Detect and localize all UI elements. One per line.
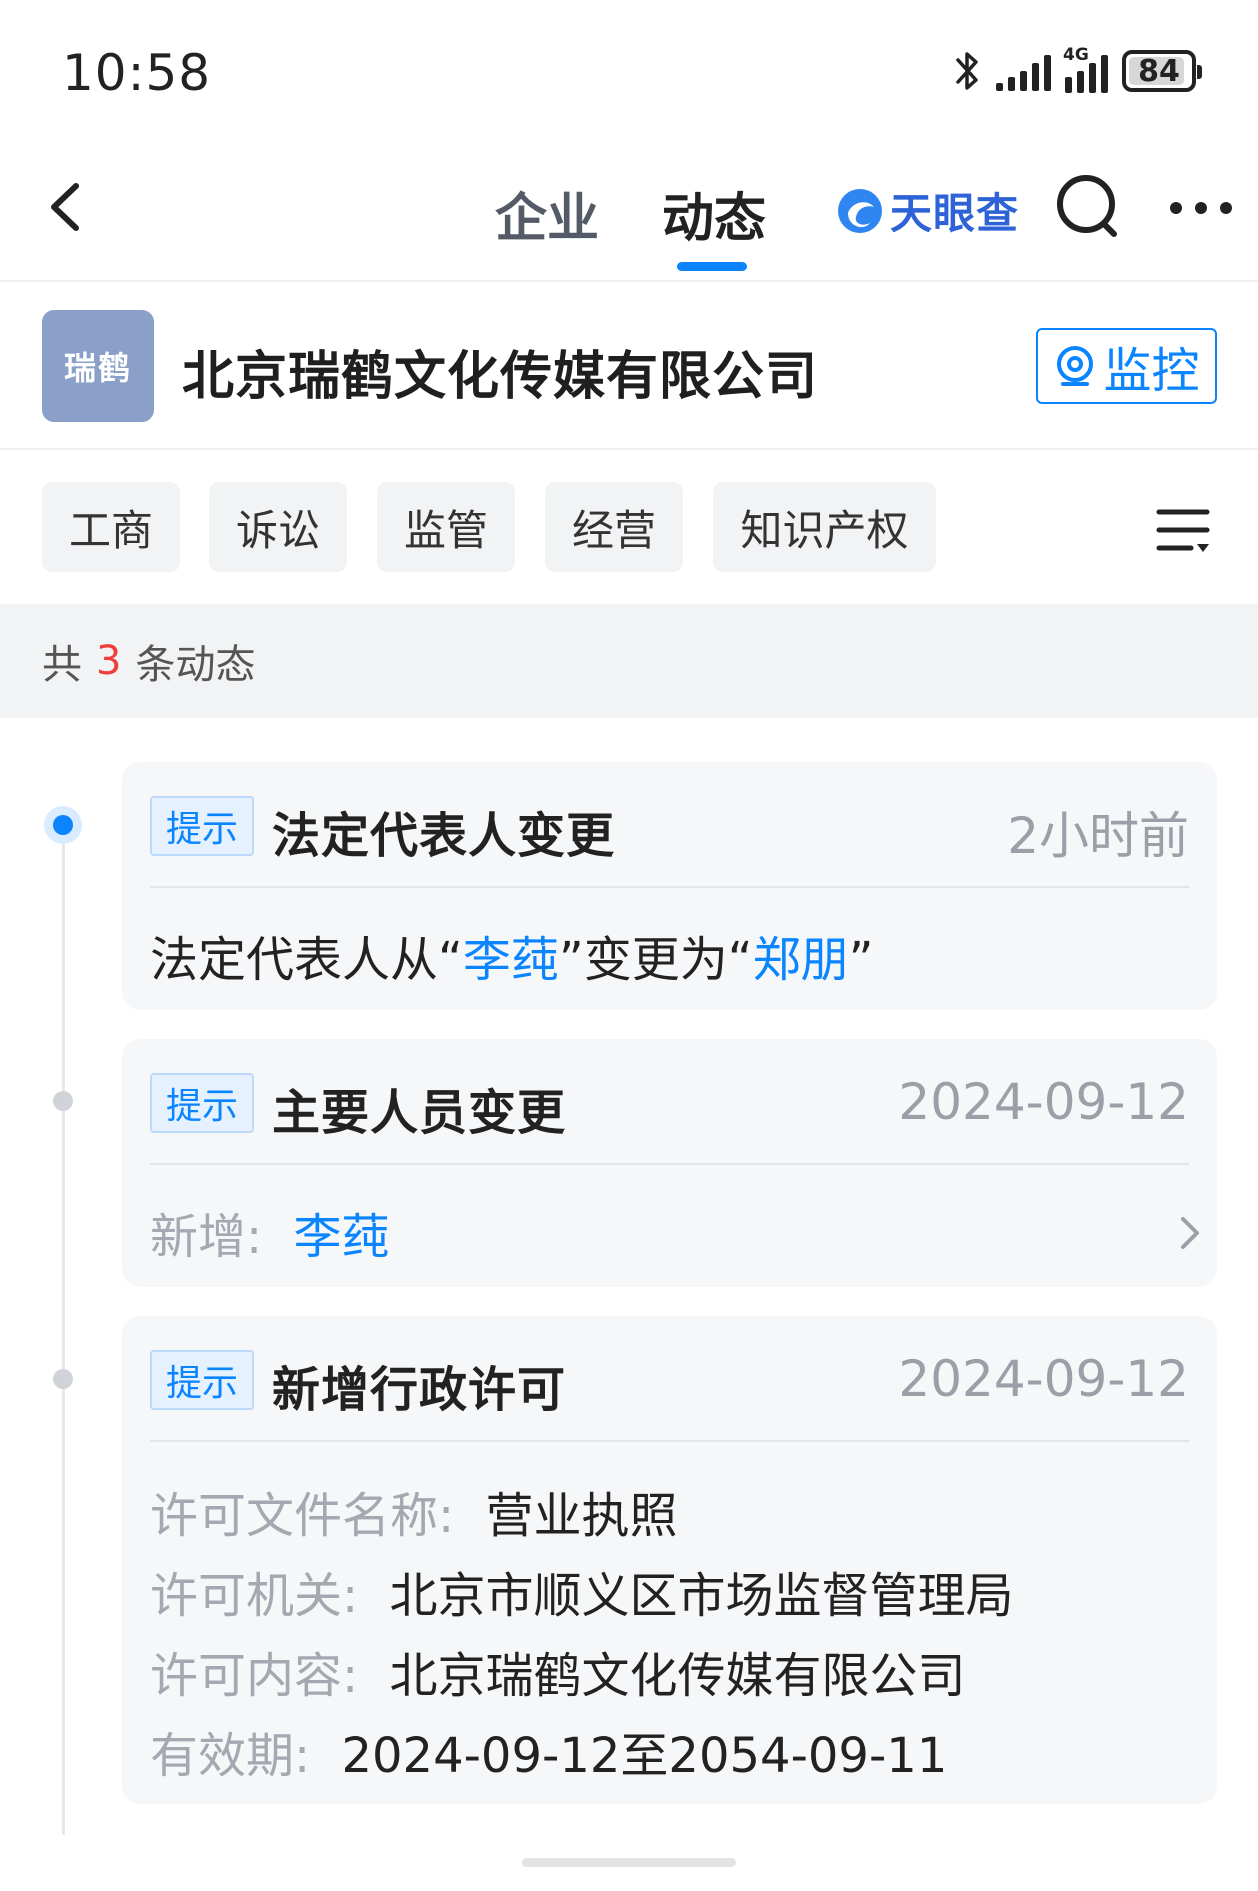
battery-icon: 84: [1122, 50, 1202, 92]
network-label: 4G: [1063, 45, 1089, 65]
tab-dynamic[interactable]: 动态: [662, 176, 766, 251]
company-header: 瑞鹤 北京瑞鹤文化传媒有限公司 监控: [0, 282, 1258, 450]
count-prefix: 共: [42, 642, 82, 688]
filter-bar: 工商 诉讼 监管 经营 知识产权: [0, 450, 1258, 604]
filter-menu-icon[interactable]: [1155, 500, 1211, 560]
field-label: 许可内容:: [150, 1648, 359, 1704]
event-card-header: 提示 主要人员变更 2024-09-12: [150, 1069, 1189, 1141]
filter-chip-regulation[interactable]: 监管: [377, 482, 515, 572]
event-card-admin-license[interactable]: 提示 新增行政许可 2024-09-12 许可文件名称: 营业执照 许可机关: …: [122, 1316, 1217, 1804]
tianyancha-logo-icon: [838, 188, 882, 233]
search-icon[interactable]: [1052, 170, 1124, 246]
timeline-line: [62, 820, 65, 1835]
filter-chip-operation[interactable]: 经营: [545, 482, 683, 572]
new-person-link[interactable]: 李莼: [293, 1209, 389, 1265]
field-label: 许可机关:: [150, 1568, 359, 1624]
card-divider: [150, 1163, 1189, 1165]
license-field-row: 许可文件名称: 营业执照: [150, 1476, 677, 1546]
body-text: ”: [848, 932, 874, 988]
field-value: 北京市顺义区市场监督管理局: [389, 1568, 1014, 1624]
field-value: 北京瑞鹤文化传媒有限公司: [389, 1648, 966, 1704]
event-title: 主要人员变更: [272, 1085, 567, 1141]
timeline-dot-active: [44, 806, 82, 844]
event-time: 2024-09-12: [898, 1073, 1189, 1131]
field-label: 有效期:: [150, 1728, 311, 1784]
company-logo: 瑞鹤: [42, 310, 154, 422]
license-field-row: 许可机关: 北京市顺义区市场监督管理局: [150, 1556, 1013, 1626]
event-title: 新增行政许可: [272, 1362, 567, 1418]
event-card-personnel-change[interactable]: 提示 主要人员变更 2024-09-12 新增: 李莼: [122, 1039, 1217, 1287]
status-icons: 4G 84: [952, 45, 1202, 94]
field-value: 2024-09-12至2054-09-11: [341, 1728, 948, 1784]
event-card-legal-rep-change[interactable]: 提示 法定代表人变更 2小时前 法定代表人从“李莼”变更为“郑朋”: [122, 762, 1217, 1010]
filter-chip-litigation[interactable]: 诉讼: [209, 482, 347, 572]
event-body: 法定代表人从“李莼”变更为“郑朋”: [150, 920, 874, 990]
timeline-dot: [53, 1369, 73, 1389]
filter-chip-ip[interactable]: 知识产权: [713, 482, 936, 572]
field-value: 营业执照: [485, 1488, 678, 1544]
brand-name: 天眼查: [890, 189, 1020, 238]
body-text: 法定代表人从“: [150, 932, 463, 988]
nav-bar: 企业 动态 天眼查: [0, 140, 1258, 282]
old-rep-link[interactable]: 李莼: [463, 932, 559, 988]
app-screen: 10:58 4G 84 企业 动态 天眼查 瑞鹤 北京瑞鹤文化传媒有限公司 监控…: [0, 0, 1258, 1891]
company-name[interactable]: 北京瑞鹤文化传媒有限公司: [182, 334, 818, 409]
status-bar: 10:58 4G 84: [0, 0, 1258, 140]
signal-icon: [996, 51, 1051, 91]
event-time: 2小时前: [1007, 807, 1189, 865]
battery-level: 84: [1138, 53, 1180, 89]
license-field-row: 许可内容: 北京瑞鹤文化传媒有限公司: [150, 1636, 965, 1706]
field-label: 许可文件名称:: [150, 1488, 455, 1544]
event-badge: 提示: [150, 1350, 254, 1410]
event-card-header: 提示 法定代表人变更 2小时前: [150, 792, 1189, 865]
new-rep-link[interactable]: 郑朋: [753, 932, 849, 988]
field-label: 新增:: [150, 1209, 263, 1265]
monitor-label: 监控: [1103, 343, 1200, 399]
body-text: ”变更为“: [558, 932, 753, 988]
bluetooth-icon: [956, 52, 978, 90]
event-card-header: 提示 新增行政许可 2024-09-12: [150, 1346, 1189, 1418]
event-time: 2024-09-12: [898, 1350, 1189, 1408]
back-arrow-icon[interactable]: [38, 172, 98, 242]
chevron-right-icon[interactable]: [1175, 1211, 1205, 1255]
monitor-eye-icon: [1057, 346, 1094, 386]
event-count-bar: 共 3 条动态: [0, 604, 1258, 718]
event-badge: 提示: [150, 1073, 254, 1133]
timeline-dot: [53, 1091, 73, 1111]
event-title: 法定代表人变更: [272, 808, 616, 864]
license-field-row: 有效期: 2024-09-12至2054-09-11: [150, 1716, 947, 1786]
event-count: 3: [96, 638, 122, 684]
monitor-button[interactable]: 监控: [1036, 328, 1217, 404]
home-indicator[interactable]: [522, 1858, 736, 1867]
card-divider: [150, 886, 1189, 888]
cellular-4g-icon: 4G: [1063, 45, 1108, 93]
status-time: 10:58: [62, 44, 212, 102]
more-options-icon[interactable]: [1168, 198, 1234, 218]
tab-company[interactable]: 企业: [495, 176, 599, 251]
event-badge: 提示: [150, 796, 254, 856]
brand-logo: 天眼查: [834, 180, 1019, 241]
active-tab-indicator: [677, 262, 747, 271]
card-divider: [150, 1440, 1189, 1442]
count-suffix: 条动态: [135, 642, 256, 688]
event-body: 新增: 李莼: [150, 1197, 389, 1267]
filter-chip-business[interactable]: 工商: [42, 482, 180, 572]
